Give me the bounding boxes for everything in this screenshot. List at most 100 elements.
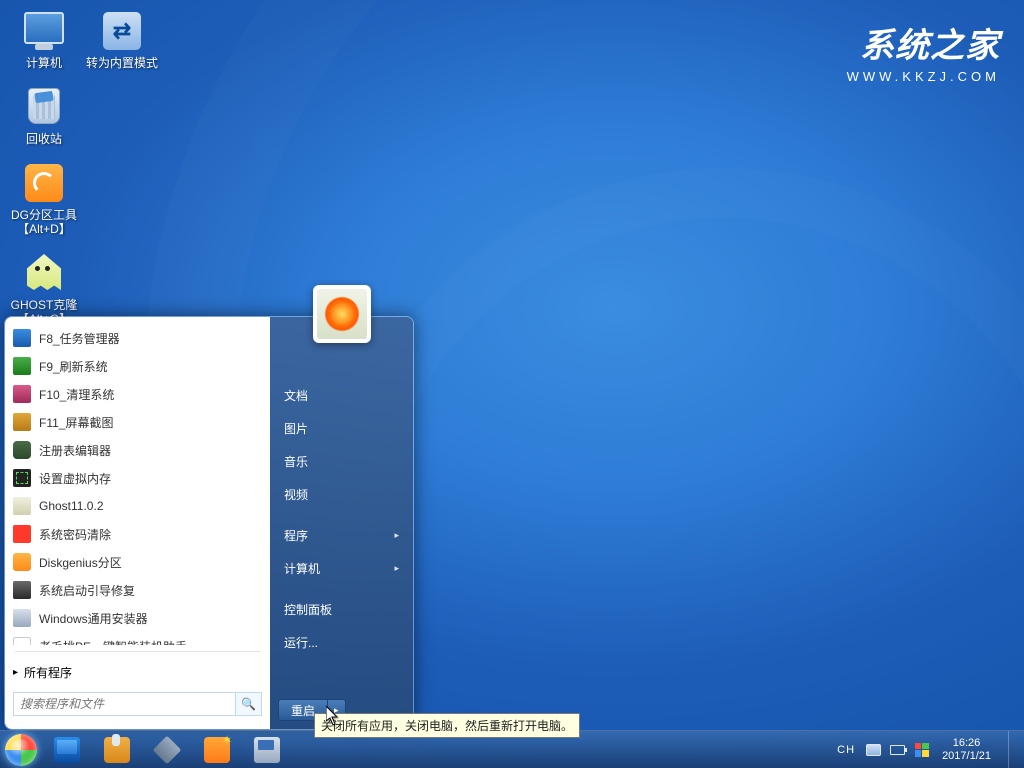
program-icon [13, 441, 31, 459]
right-link-运行...[interactable]: 运行... [270, 626, 413, 659]
start-menu-right-links: 文档图片音乐视频程序计算机控制面板运行... [270, 379, 413, 659]
start-menu-item-7[interactable]: 系统密码清除 [7, 520, 268, 548]
program-label: 系统启动引导修复 [39, 582, 135, 599]
program-label: F8_任务管理器 [39, 330, 120, 347]
start-menu-item-3[interactable]: F11_屏幕截图 [7, 408, 268, 436]
ime-indicator[interactable]: CH [837, 744, 855, 756]
start-menu-item-10[interactable]: Windows通用安装器 [7, 604, 268, 632]
color-squares-icon[interactable] [914, 742, 929, 757]
monitor-icon [54, 737, 80, 763]
program-icon [13, 385, 31, 403]
start-menu-item-1[interactable]: F9_刷新系统 [7, 352, 268, 380]
program-icon [13, 357, 31, 375]
taskbar-item-disk[interactable] [244, 734, 290, 766]
program-label: 注册表编辑器 [39, 442, 111, 459]
search-icon: 🔍 [241, 697, 256, 711]
program-icon [13, 413, 31, 431]
taskbar-item-chip[interactable] [144, 734, 190, 766]
battery-icon[interactable] [890, 742, 905, 757]
all-programs[interactable]: 所有程序 [7, 658, 268, 686]
start-menu-item-4[interactable]: 注册表编辑器 [7, 436, 268, 464]
taskbar-clock[interactable]: 16:26 2017/1/21 [938, 737, 995, 763]
dg-icon [25, 164, 63, 202]
program-label: Diskgenius分区 [39, 554, 122, 571]
start-menu-item-0[interactable]: F8_任务管理器 [7, 324, 268, 352]
program-label: F10_清理系统 [39, 386, 114, 403]
link-label: 控制面板 [284, 601, 332, 618]
brand-main: 系统之家 [847, 18, 1000, 67]
desktop-icon-recycle[interactable]: 回收站 [8, 84, 80, 150]
config-icon [204, 737, 230, 763]
link-label: 视频 [284, 486, 308, 503]
taskbar-item-computer[interactable] [44, 734, 90, 766]
start-orb-icon [5, 734, 37, 766]
right-link-图片[interactable]: 图片 [270, 412, 413, 445]
monitor-icon [24, 12, 64, 44]
clock-time: 16:26 [942, 737, 991, 750]
program-icon [13, 609, 31, 627]
desktop-icon-computer[interactable]: 计算机 [8, 8, 80, 74]
tooltip-restart: 关闭所有应用，关闭电脑，然后重新打开电脑。 [314, 713, 580, 738]
start-menu: F8_任务管理器 F9_刷新系统 F10_清理系统 F11_屏幕截图注册表编辑器设置虚… [4, 316, 414, 730]
right-link-程序[interactable]: 程序 [270, 519, 413, 552]
search-button[interactable]: 🔍 [235, 693, 261, 715]
program-label: 系统密码清除 [39, 526, 111, 543]
program-icon [13, 525, 31, 543]
program-label: F9_刷新系统 [39, 358, 108, 375]
brand-sub: WWW.KKZJ.COM [847, 69, 1000, 84]
start-menu-item-5[interactable]: 设置虚拟内存 [7, 464, 268, 492]
program-label: 设置虚拟内存 [39, 470, 111, 487]
start-menu-item-2[interactable]: F10_清理系统 [7, 380, 268, 408]
chip-icon [153, 735, 182, 764]
program-label: 老毛桃PE一键智能装机助手 [39, 638, 187, 646]
link-label: 程序 [284, 527, 308, 544]
program-icon [13, 637, 31, 645]
taskbar-item-config[interactable] [194, 734, 240, 766]
start-menu-program-list: F8_任务管理器 F9_刷新系统 F10_清理系统 F11_屏幕截图注册表编辑器设置虚… [7, 324, 268, 645]
start-menu-item-9[interactable]: 系统启动引导修复 [7, 576, 268, 604]
right-link-计算机[interactable]: 计算机 [270, 552, 413, 585]
search-input[interactable] [14, 693, 235, 715]
divider [15, 651, 260, 652]
program-icon [13, 581, 31, 599]
start-button[interactable] [0, 731, 42, 768]
right-link-文档[interactable]: 文档 [270, 379, 413, 412]
start-menu-item-11[interactable]: 老毛桃PE一键智能装机助手 [7, 632, 268, 645]
taskbar-item-brush[interactable] [94, 734, 140, 766]
show-desktop-button[interactable] [1008, 731, 1018, 768]
program-icon [13, 469, 31, 487]
brush-icon [104, 737, 130, 763]
program-label: Ghost11.0.2 [39, 499, 104, 513]
start-search: 🔍 [13, 692, 262, 716]
start-menu-item-8[interactable]: Diskgenius分区 [7, 548, 268, 576]
start-menu-item-6[interactable]: Ghost11.0.2 [7, 492, 268, 520]
disk-icon [254, 737, 280, 763]
program-icon [13, 553, 31, 571]
desktop: 系统之家 WWW.KKZJ.COM 计算机 回收站 DG分区工具 【Alt+D】… [0, 0, 1024, 768]
right-link-音乐[interactable]: 音乐 [270, 445, 413, 478]
program-label: Windows通用安装器 [39, 610, 148, 627]
start-menu-right: 文档图片音乐视频程序计算机控制面板运行... 重启 [270, 317, 413, 729]
program-icon [13, 329, 31, 347]
keyboard-icon[interactable] [866, 742, 881, 757]
link-label: 计算机 [284, 560, 320, 577]
start-menu-left: F8_任务管理器 F9_刷新系统 F10_清理系统 F11_屏幕截图注册表编辑器设置虚… [5, 317, 270, 729]
user-avatar-frame[interactable] [313, 285, 371, 343]
right-link-视频[interactable]: 视频 [270, 478, 413, 511]
desktop-icons-col1: 计算机 回收站 DG分区工具 【Alt+D】 GHOST克隆 【Alt+G】 [8, 8, 80, 330]
system-tray: CH 16:26 2017/1/21 [837, 731, 1024, 768]
link-label: 音乐 [284, 453, 308, 470]
user-avatar-icon [317, 289, 367, 339]
brand-watermark: 系统之家 WWW.KKZJ.COM [847, 18, 1000, 84]
taskbar-pinned [44, 734, 290, 766]
switch-icon [103, 12, 141, 50]
link-label: 图片 [284, 420, 308, 437]
program-label: F11_屏幕截图 [39, 414, 113, 431]
right-link-控制面板[interactable]: 控制面板 [270, 593, 413, 626]
clock-date: 2017/1/21 [942, 750, 991, 763]
desktop-icons-col2: 转为内置模式 [86, 8, 158, 74]
desktop-icon-switch-mode[interactable]: 转为内置模式 [86, 8, 158, 74]
recycle-bin-icon [28, 88, 60, 124]
link-label: 运行... [284, 634, 318, 651]
desktop-icon-dg[interactable]: DG分区工具 【Alt+D】 [8, 160, 80, 240]
